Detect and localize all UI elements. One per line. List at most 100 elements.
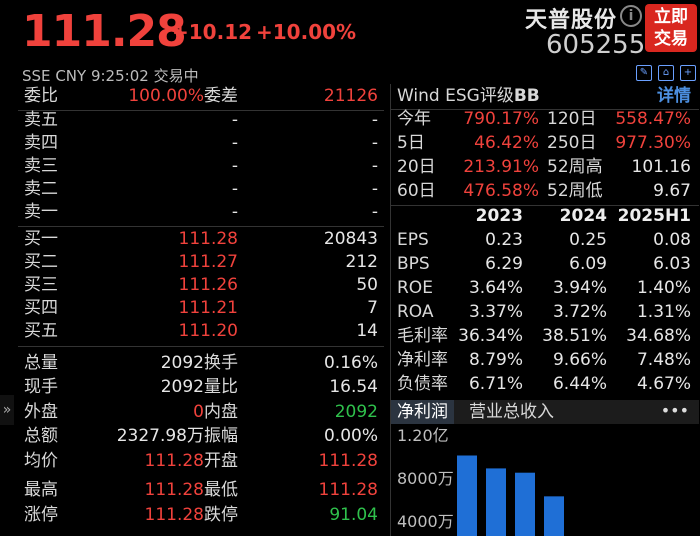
stat-value: 111.28	[144, 451, 204, 471]
last-price: 111.28	[22, 6, 187, 57]
info-icon[interactable]: i	[620, 5, 642, 27]
stats-row: 现手 2092 量比 16.54	[18, 376, 384, 399]
performance-row: 5日 46.42% 250日 977.30%	[391, 132, 699, 155]
stat-label: 内盘	[204, 402, 238, 422]
trade-now-button[interactable]: 立即 交易	[645, 4, 697, 52]
metric-value: 4.67%	[636, 374, 691, 394]
more-icon[interactable]: •••	[661, 400, 689, 422]
edit-icon[interactable]: ✎	[636, 65, 652, 81]
divider	[18, 226, 384, 227]
metric-value: 36.34%	[458, 326, 523, 346]
stat-value: 91.04	[329, 505, 378, 525]
weibi-label: 委比	[24, 86, 58, 106]
ask-price: -	[231, 202, 238, 222]
metric-value: 6.09	[569, 254, 607, 274]
bid-row[interactable]: 买五 111.20 14	[18, 320, 384, 343]
chart-y-tick-label: 8000万	[397, 469, 454, 488]
metric-value: 3.37%	[468, 302, 523, 322]
ask-label: 卖一	[24, 202, 58, 222]
period-return: 213.91%	[463, 157, 539, 177]
metric-value: 7.48%	[636, 350, 691, 370]
stats-row: 均价 111.28 开盘 111.28	[18, 450, 384, 473]
period-label: 52周低	[547, 181, 603, 201]
bid-volume: 14	[356, 321, 378, 341]
ask-row[interactable]: 卖四 - -	[18, 132, 384, 155]
ask-row[interactable]: 卖一 - -	[18, 201, 384, 224]
ask-row[interactable]: 卖五 - -	[18, 109, 384, 132]
metric-value: 34.68%	[626, 326, 691, 346]
chart-bar	[486, 468, 506, 536]
bid-row[interactable]: 买四 111.21 7	[18, 297, 384, 320]
ask-price: -	[231, 179, 238, 199]
stat-label: 量比	[204, 377, 238, 397]
metric-label: 净利率	[397, 350, 448, 370]
metric-label: ROA	[397, 302, 434, 322]
add-icon[interactable]: +	[680, 65, 696, 81]
trade-button-line1: 立即	[654, 7, 688, 27]
ask-label: 卖二	[24, 179, 58, 199]
home-icon[interactable]: ⌂	[658, 65, 674, 81]
stats-row: 外盘 0 内盘 2092	[18, 401, 384, 424]
bid-row[interactable]: 买三 111.26 50	[18, 274, 384, 297]
stat-value: 2092	[160, 353, 204, 373]
metric-label: 毛利率	[397, 326, 448, 346]
ask-volume: -	[371, 179, 378, 199]
period-label: 今年	[397, 109, 431, 129]
ask-row[interactable]: 卖三 - -	[18, 155, 384, 178]
esg-rating: BB	[513, 86, 540, 106]
weibi-row: 委比 100.00% 委差 21126	[18, 85, 384, 108]
stat-label: 最低	[204, 480, 238, 500]
weicha-label: 委差	[204, 86, 238, 106]
chart-bar	[544, 496, 564, 536]
metric-value: 1.40%	[636, 278, 691, 298]
performance-row: 60日 476.58% 52周低 9.67	[391, 180, 699, 203]
tab-total-revenue[interactable]: 营业总收入	[463, 400, 560, 424]
ask-price: -	[231, 133, 238, 153]
bid-label: 买五	[24, 321, 58, 341]
bid-label: 买四	[24, 298, 58, 318]
financials-row: EPS 0.23 0.25 0.08	[391, 228, 699, 252]
stat-label: 振幅	[204, 426, 238, 446]
performance-row: 今年 790.17% 120日 558.47%	[391, 108, 699, 131]
period-return: 790.17%	[463, 109, 539, 129]
bid-row[interactable]: 买二 111.27 212	[18, 251, 384, 274]
stat-label: 涨停	[24, 505, 58, 525]
trade-button-line2: 交易	[654, 29, 688, 49]
bid-volume: 20843	[323, 229, 378, 249]
year-2023: 2023	[475, 206, 523, 226]
stat-label: 最高	[24, 480, 58, 500]
metric-label: 负债率	[397, 374, 448, 394]
period-label: 20日	[397, 157, 436, 177]
financials-row: 负债率 6.71% 6.44% 4.67%	[391, 372, 699, 396]
stat-value: 16.54	[329, 377, 378, 397]
expand-sidebar-icon[interactable]: »	[0, 395, 14, 425]
bid-label: 买三	[24, 275, 58, 295]
bid-row[interactable]: 买一 111.28 20843	[18, 228, 384, 251]
tab-net-profit[interactable]: 净利润	[391, 400, 454, 424]
bid-volume: 7	[367, 298, 378, 318]
stat-label: 总额	[24, 426, 58, 446]
metric-value: 0.23	[485, 230, 523, 250]
period-label: 120日	[547, 109, 597, 129]
stat-value: 0	[193, 402, 204, 422]
market-status-line: SSE CNY 9:25:02 交易中	[22, 65, 199, 86]
stat-label: 均价	[24, 451, 58, 471]
metric-value: 3.72%	[552, 302, 607, 322]
stat-value: 0.00%	[323, 426, 378, 446]
period-label: 250日	[547, 133, 597, 153]
bid-label: 买二	[24, 252, 58, 272]
stats-row: 最高 111.28 最低 111.28	[18, 479, 384, 502]
bid-price: 111.21	[178, 298, 238, 318]
ask-label: 卖三	[24, 156, 58, 176]
esg-detail-link[interactable]: 详情	[657, 85, 691, 108]
metric-label: ROE	[397, 278, 433, 298]
ask-row[interactable]: 卖二 - -	[18, 178, 384, 201]
ask-volume: -	[371, 156, 378, 176]
metric-label: EPS	[397, 230, 429, 250]
stat-label: 跌停	[204, 505, 238, 525]
financials-row: 净利率 8.79% 9.66% 7.48%	[391, 348, 699, 372]
fundamentals-panel: Wind ESG评级BB 详情 今年 790.17% 120日 558.47% …	[390, 84, 700, 536]
period-label: 5日	[397, 133, 425, 153]
order-book-panel: 委比 100.00% 委差 21126 卖五 - - 卖四 - - 卖三 - -…	[18, 84, 384, 536]
financials-row: ROA 3.37% 3.72% 1.31%	[391, 300, 699, 324]
